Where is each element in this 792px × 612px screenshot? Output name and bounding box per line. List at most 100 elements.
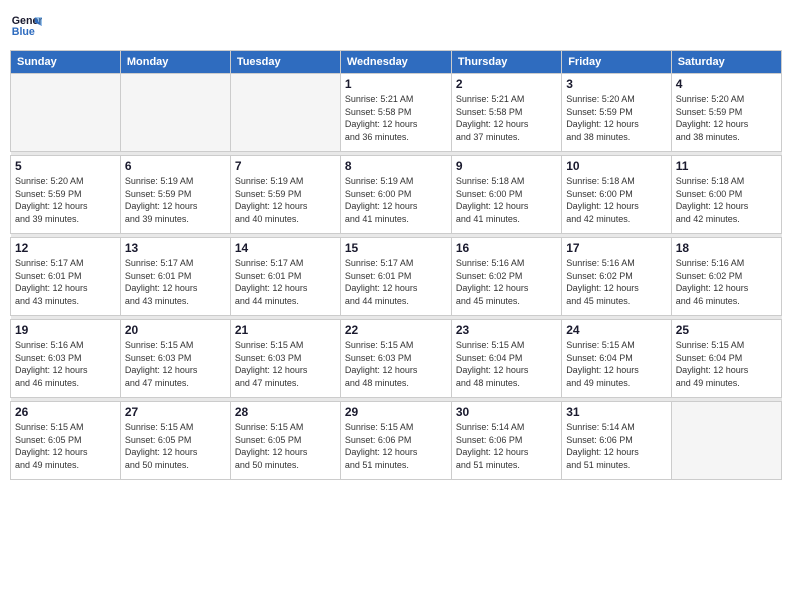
day-number: 31 <box>566 405 667 419</box>
day-info: Sunrise: 5:15 AM Sunset: 6:05 PM Dayligh… <box>15 421 116 471</box>
day-cell: 14 Sunrise: 5:17 AM Sunset: 6:01 PM Dayli… <box>230 238 340 316</box>
week-row-3: 12 Sunrise: 5:17 AM Sunset: 6:01 PM Dayli… <box>11 238 782 316</box>
day-cell: 1Sunrise: 5:21 AM Sunset: 5:58 PM Daylig… <box>340 74 451 152</box>
week-row-5: 26 Sunrise: 5:15 AM Sunset: 6:05 PM Dayli… <box>11 402 782 480</box>
day-number: 28 <box>235 405 336 419</box>
svg-text:Blue: Blue <box>12 26 35 38</box>
day-info: Sunrise: 5:15 AM Sunset: 6:05 PM Dayligh… <box>235 421 336 471</box>
day-cell: 12 Sunrise: 5:17 AM Sunset: 6:01 PM Dayli… <box>11 238 121 316</box>
day-cell: 28 Sunrise: 5:15 AM Sunset: 6:05 PM Dayli… <box>230 402 340 480</box>
day-info: Sunrise: 5:19 AM Sunset: 6:00 PM Dayligh… <box>345 175 447 225</box>
day-number: 15 <box>345 241 447 255</box>
day-info: Sunrise: 5:18 AM Sunset: 6:00 PM Dayligh… <box>676 175 777 225</box>
day-number: 13 <box>125 241 226 255</box>
day-number: 7 <box>235 159 336 173</box>
logo: General Blue <box>10 10 42 42</box>
week-row-1: 1Sunrise: 5:21 AM Sunset: 5:58 PM Daylig… <box>11 74 782 152</box>
day-info: Sunrise: 5:20 AM Sunset: 5:59 PM Dayligh… <box>15 175 116 225</box>
day-number: 20 <box>125 323 226 337</box>
day-info: Sunrise: 5:20 AM Sunset: 5:59 PM Dayligh… <box>676 93 777 143</box>
day-number: 23 <box>456 323 557 337</box>
day-info: Sunrise: 5:14 AM Sunset: 6:06 PM Dayligh… <box>566 421 667 471</box>
day-number: 8 <box>345 159 447 173</box>
day-number: 21 <box>235 323 336 337</box>
day-cell: 27 Sunrise: 5:15 AM Sunset: 6:05 PM Dayli… <box>120 402 230 480</box>
day-number: 30 <box>456 405 557 419</box>
day-cell: 21Sunrise: 5:15 AM Sunset: 6:03 PM Dayli… <box>230 320 340 398</box>
day-cell: 11 Sunrise: 5:18 AM Sunset: 6:00 PM Dayli… <box>671 156 781 234</box>
day-cell: 7 Sunrise: 5:19 AM Sunset: 5:59 PM Daylig… <box>230 156 340 234</box>
day-number: 17 <box>566 241 667 255</box>
day-number: 9 <box>456 159 557 173</box>
day-info: Sunrise: 5:16 AM Sunset: 6:02 PM Dayligh… <box>676 257 777 307</box>
day-info: Sunrise: 5:19 AM Sunset: 5:59 PM Dayligh… <box>125 175 226 225</box>
header: General Blue <box>10 10 782 42</box>
day-cell: 24 Sunrise: 5:15 AM Sunset: 6:04 PM Dayli… <box>562 320 672 398</box>
day-info: Sunrise: 5:14 AM Sunset: 6:06 PM Dayligh… <box>456 421 557 471</box>
day-number: 16 <box>456 241 557 255</box>
day-cell: 16 Sunrise: 5:16 AM Sunset: 6:02 PM Dayli… <box>451 238 561 316</box>
header-cell-thursday: Thursday <box>451 51 561 74</box>
day-cell: 8 Sunrise: 5:19 AM Sunset: 6:00 PM Daylig… <box>340 156 451 234</box>
week-row-2: 5 Sunrise: 5:20 AM Sunset: 5:59 PM Daylig… <box>11 156 782 234</box>
day-info: Sunrise: 5:19 AM Sunset: 5:59 PM Dayligh… <box>235 175 336 225</box>
header-cell-friday: Friday <box>562 51 672 74</box>
day-cell: 20 Sunrise: 5:15 AM Sunset: 6:03 PM Dayli… <box>120 320 230 398</box>
header-row: SundayMondayTuesdayWednesdayThursdayFrid… <box>11 51 782 74</box>
day-number: 4 <box>676 77 777 91</box>
day-cell: 17 Sunrise: 5:16 AM Sunset: 6:02 PM Dayli… <box>562 238 672 316</box>
day-cell: 29 Sunrise: 5:15 AM Sunset: 6:06 PM Dayli… <box>340 402 451 480</box>
day-number: 19 <box>15 323 116 337</box>
day-info: Sunrise: 5:17 AM Sunset: 6:01 PM Dayligh… <box>15 257 116 307</box>
day-cell: 4 Sunrise: 5:20 AM Sunset: 5:59 PM Daylig… <box>671 74 781 152</box>
day-number: 10 <box>566 159 667 173</box>
page: General Blue SundayMondayTuesdayWednesda… <box>0 0 792 612</box>
day-info: Sunrise: 5:21 AM Sunset: 5:58 PM Dayligh… <box>345 93 447 143</box>
day-info: Sunrise: 5:18 AM Sunset: 6:00 PM Dayligh… <box>566 175 667 225</box>
day-info: Sunrise: 5:16 AM Sunset: 6:03 PM Dayligh… <box>15 339 116 389</box>
day-info: Sunrise: 5:16 AM Sunset: 6:02 PM Dayligh… <box>566 257 667 307</box>
day-cell: 5 Sunrise: 5:20 AM Sunset: 5:59 PM Daylig… <box>11 156 121 234</box>
day-number: 14 <box>235 241 336 255</box>
day-number: 2 <box>456 77 557 91</box>
day-info: Sunrise: 5:16 AM Sunset: 6:02 PM Dayligh… <box>456 257 557 307</box>
day-number: 29 <box>345 405 447 419</box>
day-info: Sunrise: 5:15 AM Sunset: 6:04 PM Dayligh… <box>566 339 667 389</box>
day-number: 24 <box>566 323 667 337</box>
day-cell: 9 Sunrise: 5:18 AM Sunset: 6:00 PM Daylig… <box>451 156 561 234</box>
header-cell-monday: Monday <box>120 51 230 74</box>
day-cell: 6 Sunrise: 5:19 AM Sunset: 5:59 PM Daylig… <box>120 156 230 234</box>
day-info: Sunrise: 5:17 AM Sunset: 6:01 PM Dayligh… <box>345 257 447 307</box>
header-cell-saturday: Saturday <box>671 51 781 74</box>
day-cell <box>230 74 340 152</box>
day-info: Sunrise: 5:21 AM Sunset: 5:58 PM Dayligh… <box>456 93 557 143</box>
calendar-table: SundayMondayTuesdayWednesdayThursdayFrid… <box>10 50 782 480</box>
day-cell: 19 Sunrise: 5:16 AM Sunset: 6:03 PM Dayli… <box>11 320 121 398</box>
day-info: Sunrise: 5:15 AM Sunset: 6:03 PM Dayligh… <box>125 339 226 389</box>
day-info: Sunrise: 5:15 AM Sunset: 6:06 PM Dayligh… <box>345 421 447 471</box>
day-info: Sunrise: 5:15 AM Sunset: 6:03 PM Dayligh… <box>345 339 447 389</box>
day-cell: 22Sunrise: 5:15 AM Sunset: 6:03 PM Dayli… <box>340 320 451 398</box>
calendar-body: 1Sunrise: 5:21 AM Sunset: 5:58 PM Daylig… <box>11 74 782 480</box>
day-number: 6 <box>125 159 226 173</box>
day-info: Sunrise: 5:17 AM Sunset: 6:01 PM Dayligh… <box>235 257 336 307</box>
day-number: 12 <box>15 241 116 255</box>
header-cell-tuesday: Tuesday <box>230 51 340 74</box>
day-cell: 30 Sunrise: 5:14 AM Sunset: 6:06 PM Dayli… <box>451 402 561 480</box>
day-info: Sunrise: 5:15 AM Sunset: 6:04 PM Dayligh… <box>456 339 557 389</box>
week-row-4: 19 Sunrise: 5:16 AM Sunset: 6:03 PM Dayli… <box>11 320 782 398</box>
day-info: Sunrise: 5:17 AM Sunset: 6:01 PM Dayligh… <box>125 257 226 307</box>
day-number: 5 <box>15 159 116 173</box>
day-cell: 26 Sunrise: 5:15 AM Sunset: 6:05 PM Dayli… <box>11 402 121 480</box>
day-info: Sunrise: 5:15 AM Sunset: 6:04 PM Dayligh… <box>676 339 777 389</box>
day-number: 26 <box>15 405 116 419</box>
day-number: 25 <box>676 323 777 337</box>
day-number: 27 <box>125 405 226 419</box>
logo-icon: General Blue <box>10 10 42 42</box>
day-info: Sunrise: 5:18 AM Sunset: 6:00 PM Dayligh… <box>456 175 557 225</box>
day-info: Sunrise: 5:15 AM Sunset: 6:05 PM Dayligh… <box>125 421 226 471</box>
day-cell <box>671 402 781 480</box>
day-number: 11 <box>676 159 777 173</box>
day-cell: 10 Sunrise: 5:18 AM Sunset: 6:00 PM Dayli… <box>562 156 672 234</box>
day-info: Sunrise: 5:20 AM Sunset: 5:59 PM Dayligh… <box>566 93 667 143</box>
